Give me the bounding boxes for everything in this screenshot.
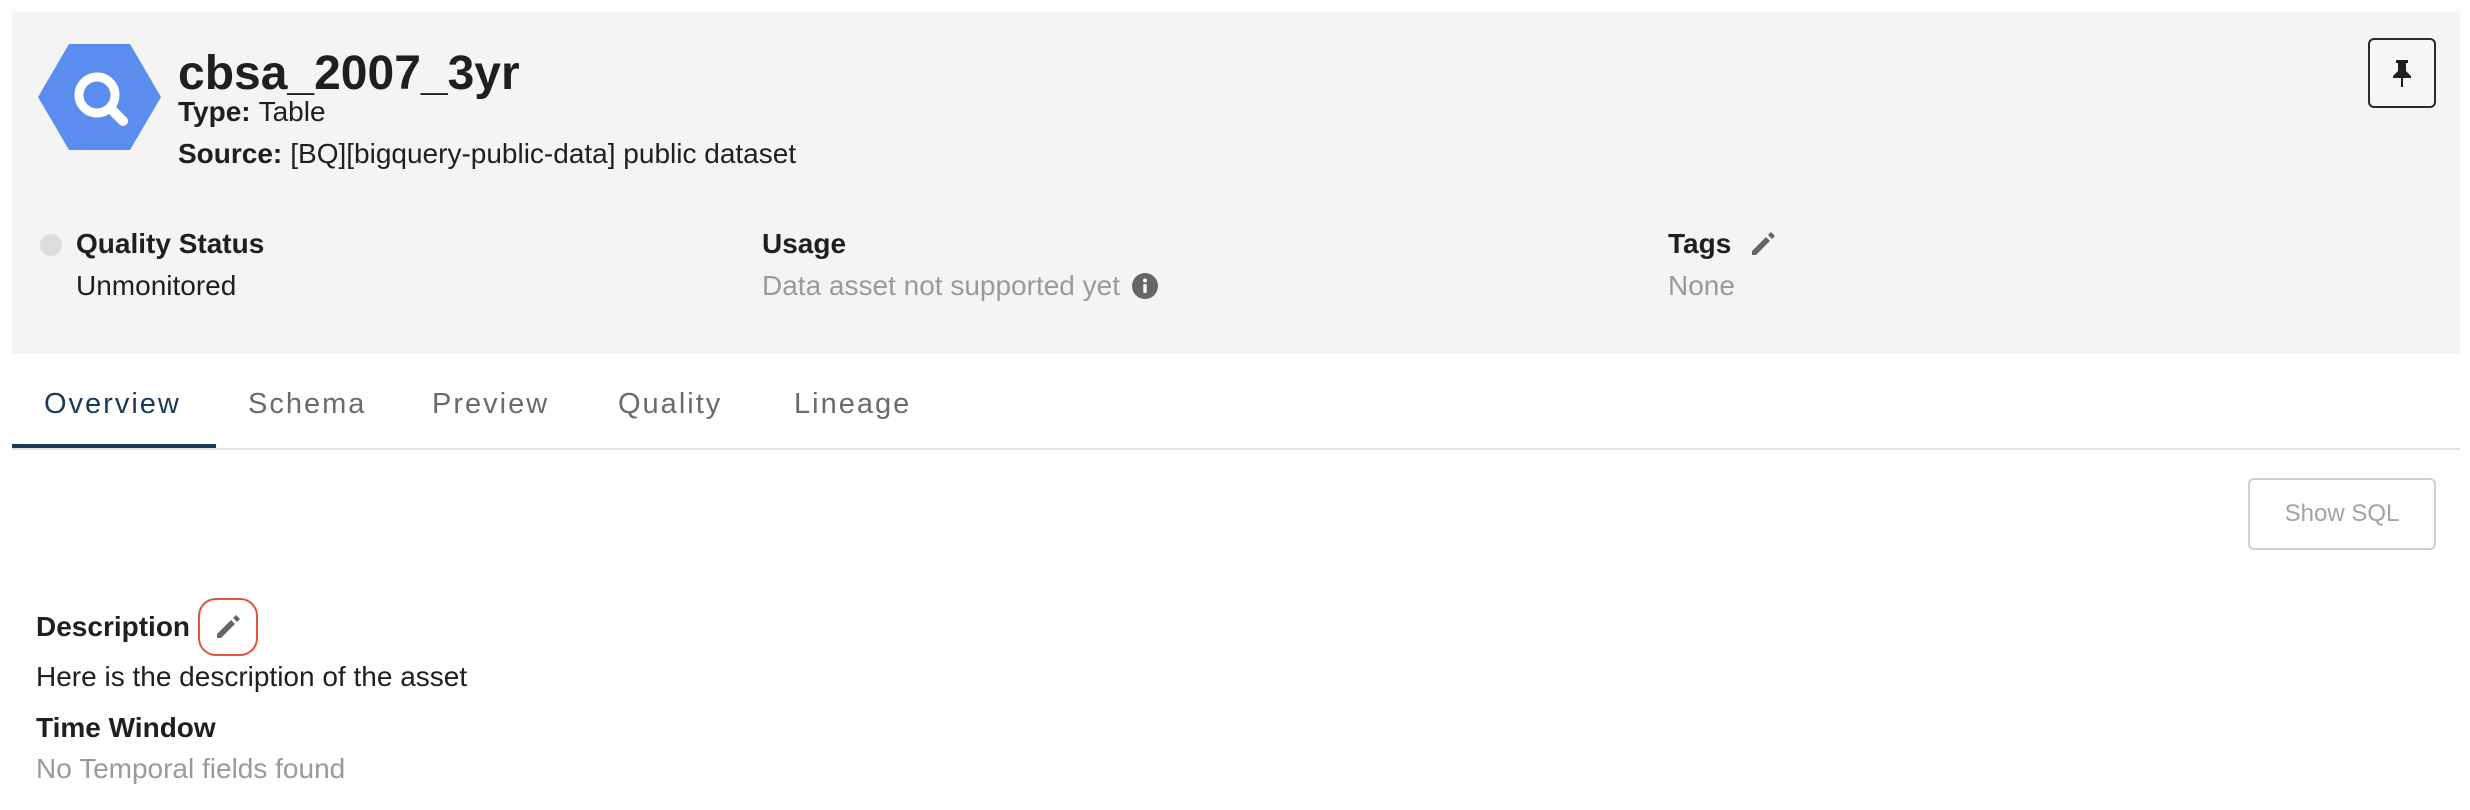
asset-source-value: [BQ][bigquery-public-data] public datase… bbox=[290, 138, 797, 169]
description-heading-row: Description bbox=[36, 598, 467, 656]
usage-value-row: Data asset not supported yet bbox=[762, 265, 1158, 307]
asset-source: Source: [BQ][bigquery-public-data] public… bbox=[178, 134, 796, 174]
time-window-label: Time Window bbox=[36, 712, 216, 743]
quality-status-label: Quality Status bbox=[76, 228, 265, 259]
show-sql-button[interactable]: Show SQL bbox=[2248, 478, 2436, 550]
page: { "asset": { "title": "cbsa_2007_3yr", "… bbox=[0, 0, 2470, 810]
time-window-text: No Temporal fields found bbox=[36, 753, 346, 784]
description-text: Here is the description of the asset bbox=[36, 661, 468, 692]
info-icon[interactable] bbox=[1132, 273, 1158, 299]
pencil-icon bbox=[1752, 232, 1776, 255]
quality-status-dot bbox=[40, 234, 62, 256]
asset-type: Type: Table bbox=[178, 92, 326, 132]
asset-type-value: Table bbox=[258, 96, 326, 127]
usage-label: Usage bbox=[762, 228, 847, 259]
tab-quality[interactable]: Quality bbox=[618, 384, 722, 424]
tags-label-row: Tags bbox=[1668, 224, 1777, 264]
tab-lineage[interactable]: Lineage bbox=[794, 384, 911, 424]
usage: Usage Data asset not supported yet bbox=[762, 224, 1158, 307]
description-section: Description Here is the description of t… bbox=[36, 598, 467, 698]
pin-icon bbox=[2393, 60, 2411, 87]
tags-edit-button[interactable] bbox=[1749, 230, 1777, 258]
asset-type-key: Type: bbox=[178, 96, 251, 127]
tags-label: Tags bbox=[1668, 228, 1732, 259]
tab-bar: Overview Schema Preview Quality Lineage bbox=[12, 354, 2460, 450]
quality-status: Quality Status Unmonitored bbox=[76, 224, 264, 307]
tags: Tags None bbox=[1668, 224, 1777, 307]
tab-preview[interactable]: Preview bbox=[432, 384, 549, 424]
tags-value: None bbox=[1668, 270, 1735, 301]
description-label: Description bbox=[36, 611, 191, 642]
bigquery-search-icon bbox=[38, 44, 161, 150]
asset-header: cbsa_2007_3yr Type: Table Source: [BQ][big… bbox=[12, 12, 2460, 354]
quality-status-value: Unmonitored bbox=[76, 270, 237, 301]
pin-button[interactable] bbox=[2368, 38, 2436, 108]
edit-description-button[interactable] bbox=[198, 598, 259, 656]
active-tab-indicator bbox=[12, 444, 216, 448]
tab-schema[interactable]: Schema bbox=[248, 384, 366, 424]
time-window-section: Time Window No Temporal fields found bbox=[36, 708, 345, 790]
asset-source-key: Source: bbox=[178, 138, 283, 169]
tab-overview[interactable]: Overview bbox=[44, 384, 181, 424]
usage-value: Data asset not supported yet bbox=[762, 270, 1120, 301]
pencil-icon bbox=[217, 615, 241, 638]
